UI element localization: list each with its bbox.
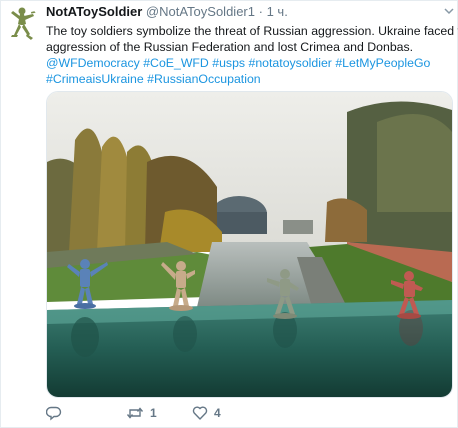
hashtag-link[interactable]: #CrimeaisUkraine [46,72,144,86]
hashtag-link[interactable]: #notatoysoldier [249,56,332,70]
separator-dot: · [258,4,263,19]
tweet-text-line: aggression of the Russian Federation and… [46,40,414,54]
photo-toy-soldiers-canal [47,92,452,397]
like-count: 4 [214,406,221,420]
reply-button[interactable] [46,404,126,422]
tweet-card[interactable]: NotAToySoldier @NotAToySoldier1 · 1 ч. T… [0,0,458,428]
hashtag-link[interactable]: #RussianOccupation [147,72,260,86]
tweet-photo[interactable] [46,91,453,398]
tweet-tags-line: #CrimeaisUkraine #RussianOccupation [46,71,449,87]
user-handle[interactable]: @NotAToySoldier1 [146,4,255,19]
retweet-icon [126,407,144,419]
reply-icon [46,406,62,421]
display-name[interactable]: NotAToySoldier [46,4,142,19]
retweet-button[interactable]: 1 [126,404,192,422]
tweet-time[interactable]: 1 ч. [267,4,288,19]
mention-link[interactable]: @WFDemocracy [46,56,140,70]
tweet-text: The toy soldiers symbolize the threat of… [46,23,458,87]
like-button[interactable]: 4 [192,404,252,422]
hashtag-link[interactable]: #usps [212,56,245,70]
toy-soldier-avatar-icon [11,7,39,40]
tweet-text-line: The toy soldiers symbolize the threat of… [46,24,458,38]
heart-icon [192,406,208,420]
chevron-down-icon[interactable] [443,5,455,17]
hashtag-link[interactable]: #CoE_WFD [143,56,209,70]
avatar[interactable] [5,5,39,43]
retweet-count: 1 [150,406,157,420]
hashtag-link[interactable]: #LetMyPeopleGo [335,56,430,70]
tweet-actions: 1 4 [46,404,252,422]
tweet-tags-line: @WFDemocracy #CoE_WFD #usps #notatoysold… [46,55,449,71]
